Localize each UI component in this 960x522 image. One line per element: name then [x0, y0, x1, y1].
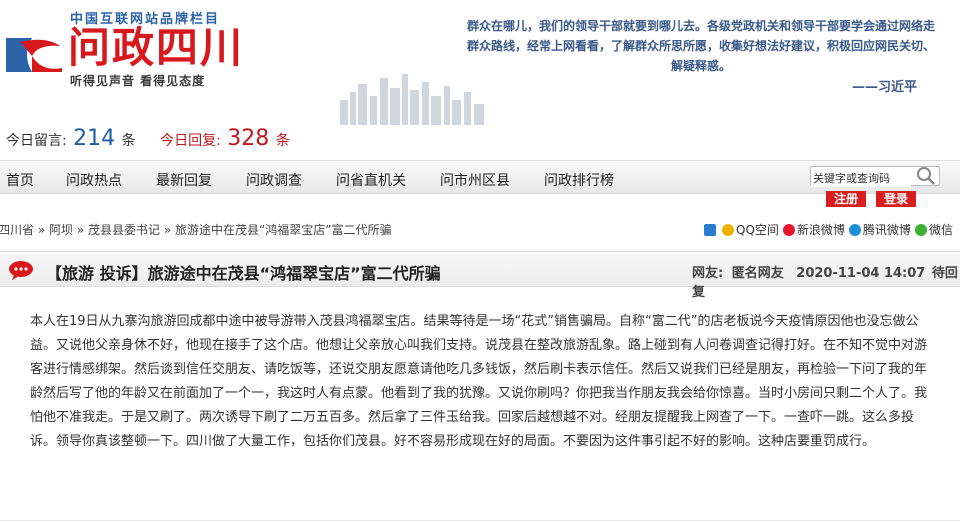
share-wechat[interactable]: 微信	[929, 221, 953, 238]
nav-surveys[interactable]: 问政调查	[246, 170, 302, 190]
share-bar: QQ空间 新浪微博 腾讯微博 微信	[700, 221, 953, 238]
breadcrumb-province[interactable]: 四川省	[0, 223, 34, 237]
logo-icon[interactable]	[2, 32, 64, 78]
site-header: 中国互联网站品牌栏目 问政四川 听得见声音 看得见态度 群众在哪儿，我们的领导干…	[0, 0, 960, 125]
breadcrumb-separator: »	[76, 223, 85, 237]
article-meta: 网友: 匿名网友 2020-11-04 14:07 待回复	[692, 262, 960, 300]
article-header: 【旅游 投诉】旅游途中在茂县“鸿福翠宝店”富二代所骗 网友: 匿名网友 2020…	[0, 251, 960, 300]
article-body: 本人在19日从九寨沟旅游回成都中途中被导游带入茂县鸿福翠宝店。结果等待是一场“花…	[30, 314, 928, 449]
breadcrumb-separator: »	[37, 223, 46, 237]
nav-rankings[interactable]: 问政排行榜	[544, 170, 614, 190]
search-input[interactable]	[811, 169, 911, 187]
breadcrumb-separator: »	[163, 223, 172, 237]
article-title: 【旅游 投诉】旅游途中在茂县“鸿福翠宝店”富二代所骗	[46, 264, 441, 283]
author-name: 匿名网友	[731, 266, 784, 281]
site-title[interactable]: 问政四川	[68, 24, 244, 72]
speech-bubble-icon	[9, 261, 33, 280]
search-icon[interactable]	[915, 165, 937, 187]
share-qzone[interactable]: QQ空间	[736, 221, 779, 238]
today-reply-count: 328	[227, 126, 270, 151]
register-button[interactable]: 注册	[826, 191, 866, 207]
nav-hot-topics[interactable]: 问政热点	[66, 170, 122, 190]
tencent-weibo-icon[interactable]	[848, 223, 861, 236]
search-box	[810, 165, 940, 187]
nav-home[interactable]: 首页	[6, 170, 34, 190]
skyline-decoration	[340, 74, 484, 125]
today-message-label: 今日留言:	[6, 133, 67, 149]
share-tencent-weibo[interactable]: 腾讯微博	[863, 221, 911, 238]
today-message-unit: 条	[121, 133, 136, 149]
qzone-icon[interactable]	[722, 223, 734, 236]
today-message-count: 214	[73, 126, 116, 151]
site-slogan: 听得见声音 看得见态度	[70, 74, 206, 88]
weibo-icon[interactable]	[782, 223, 795, 236]
nav-provincial-depts[interactable]: 问省直机关	[336, 170, 406, 190]
plus-icon[interactable]	[704, 223, 716, 236]
wechat-icon[interactable]	[914, 223, 927, 236]
breadcrumb-official[interactable]: 茂县县委书记	[88, 223, 160, 237]
login-button[interactable]: 登录	[876, 191, 916, 207]
breadcrumb: 四川省 » 阿坝 » 茂县县委书记 » 旅游途中在茂县“鸿福翠宝店”富二代所骗	[0, 221, 391, 238]
divider	[0, 520, 960, 521]
author-label: 网友:	[692, 266, 724, 281]
daily-stats: 今日留言: 214 条 今日回复: 328 条	[6, 126, 290, 151]
quote-author: ——习近平	[852, 80, 918, 95]
post-date: 2020-11-04 14:07	[796, 266, 926, 281]
leader-quote: 群众在哪儿，我们的领导干部就要到哪儿去。各级党政机关和领导干部要学会通过网络走群…	[466, 19, 935, 73]
today-reply-unit: 条	[275, 133, 290, 149]
nav-cities-counties[interactable]: 问市州区县	[440, 170, 510, 190]
today-reply-label: 今日回复:	[160, 133, 221, 149]
breadcrumb-current: 旅游途中在茂县“鸿福翠宝店”富二代所骗	[175, 223, 392, 237]
nav-latest-replies[interactable]: 最新回复	[156, 170, 212, 190]
breadcrumb-region[interactable]: 阿坝	[49, 223, 73, 237]
share-sina-weibo[interactable]: 新浪微博	[797, 221, 845, 238]
